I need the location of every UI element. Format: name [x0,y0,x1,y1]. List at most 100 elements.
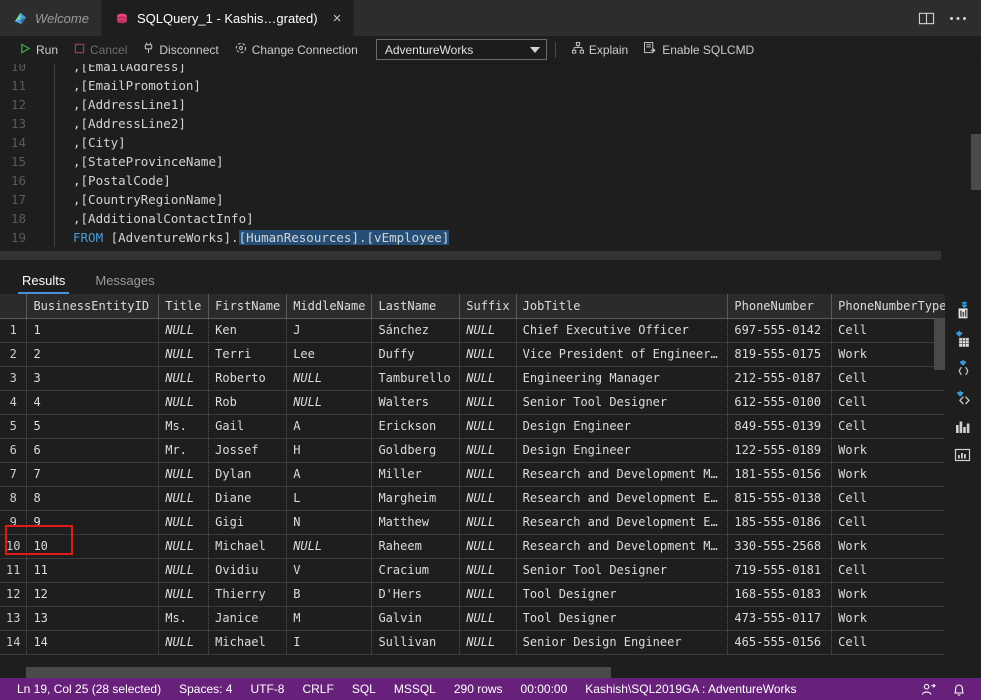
table-cell[interactable]: Ms. [159,414,209,438]
table-cell[interactable]: M [287,606,372,630]
table-cell[interactable]: V [287,558,372,582]
table-cell[interactable]: NULL [159,558,209,582]
status-connection[interactable]: Kashish\SQL2019GA : AdventureWorks [576,678,805,700]
chart-icon[interactable] [953,416,973,436]
bell-icon[interactable] [945,678,973,700]
table-cell[interactable]: NULL [159,390,209,414]
visualizer-icon[interactable] [953,445,973,465]
row-number-cell[interactable]: 7 [0,462,27,486]
table-cell[interactable]: Mr. [159,438,209,462]
table-cell[interactable]: Engineering Manager [516,366,728,390]
table-cell[interactable]: Michael [209,630,287,654]
table-cell[interactable]: Thierry [209,582,287,606]
table-cell[interactable]: I [287,630,372,654]
table-cell[interactable]: Tamburello [372,366,460,390]
table-cell[interactable]: Matthew [372,510,460,534]
table-cell[interactable]: 697-555-0142 [728,318,832,342]
tab-results[interactable]: Results [8,266,79,294]
table-cell[interactable]: NULL [460,366,516,390]
table-cell[interactable]: 5 [27,414,159,438]
table-cell[interactable]: N [287,510,372,534]
table-cell[interactable]: Ovidiu [209,558,287,582]
table-cell[interactable]: A [287,414,372,438]
table-cell[interactable]: Research and Development M… [516,534,728,558]
table-cell[interactable]: 819-555-0175 [728,342,832,366]
table-cell[interactable]: Ken [209,318,287,342]
table-cell[interactable]: NULL [287,390,372,414]
table-cell[interactable]: NULL [159,318,209,342]
table-cell[interactable]: Raheem [372,534,460,558]
table-cell[interactable]: Design Engineer [516,438,728,462]
status-cursor-position[interactable]: Ln 19, Col 25 (28 selected) [8,678,170,700]
table-cell[interactable]: Senior Design Engineer [516,630,728,654]
table-cell[interactable]: Cracium [372,558,460,582]
table-cell[interactable]: 8 [27,486,159,510]
table-cell[interactable]: 473-555-0117 [728,606,832,630]
table-cell[interactable]: NULL [159,534,209,558]
table-cell[interactable]: J [287,318,372,342]
table-cell[interactable]: Cell [832,390,953,414]
results-hscroll-thumb[interactable] [26,667,611,678]
table-cell[interactable]: 612-555-0100 [728,390,832,414]
table-cell[interactable]: Michael [209,534,287,558]
status-execution-time[interactable]: 00:00:00 [512,678,577,700]
results-horizontal-scrollbar[interactable] [26,667,941,678]
results-vertical-scrollbar[interactable] [934,318,945,370]
column-header[interactable]: BusinessEntityID [27,294,159,318]
table-cell[interactable]: NULL [460,486,516,510]
table-cell[interactable]: H [287,438,372,462]
tab-welcome[interactable]: Welcome [0,0,102,36]
row-number-cell[interactable]: 9 [0,510,27,534]
table-cell[interactable]: NULL [460,510,516,534]
row-number-cell[interactable]: 8 [0,486,27,510]
table-cell[interactable]: Work [832,462,953,486]
table-cell[interactable]: Ms. [159,606,209,630]
more-actions-icon[interactable] [949,9,967,27]
table-cell[interactable]: Vice President of Engineer… [516,342,728,366]
table-cell[interactable]: Margheim [372,486,460,510]
table-cell[interactable]: NULL [159,582,209,606]
row-number-cell[interactable]: 5 [0,414,27,438]
table-row[interactable]: 1414NULLMichaelISullivanNULLSenior Desig… [0,630,981,654]
table-cell[interactable]: D'Hers [372,582,460,606]
table-cell[interactable]: Senior Tool Designer [516,390,728,414]
row-number-cell[interactable]: 10 [0,534,27,558]
table-cell[interactable]: Work [832,582,953,606]
row-number-cell[interactable]: 4 [0,390,27,414]
table-cell[interactable]: Galvin [372,606,460,630]
column-header[interactable]: PhoneNumberType [832,294,953,318]
row-number-cell[interactable]: 13 [0,606,27,630]
table-cell[interactable]: Cell [832,558,953,582]
table-cell[interactable]: B [287,582,372,606]
table-cell[interactable]: A [287,462,372,486]
table-cell[interactable]: 719-555-0181 [728,558,832,582]
status-eol[interactable]: CRLF [293,678,342,700]
column-header[interactable]: Title [159,294,209,318]
split-editor-icon[interactable] [917,9,935,27]
table-row[interactable]: 66Mr.JossefHGoldbergNULLDesign Engineer1… [0,438,981,462]
table-cell[interactable]: Goldberg [372,438,460,462]
table-cell[interactable]: NULL [460,534,516,558]
table-cell[interactable]: 7 [27,462,159,486]
editor-scroll-thumb[interactable] [971,134,981,190]
close-icon[interactable]: × [333,11,342,26]
table-cell[interactable]: 6 [27,438,159,462]
table-cell[interactable]: NULL [460,342,516,366]
table-cell[interactable]: NULL [460,606,516,630]
status-indentation[interactable]: Spaces: 4 [170,678,241,700]
table-cell[interactable]: Cell [832,414,953,438]
save-as-json-icon[interactable] [953,358,973,378]
table-row[interactable]: 88NULLDianeLMargheimNULLResearch and Dev… [0,486,981,510]
table-cell[interactable]: 10 [27,534,159,558]
table-cell[interactable]: Cell [832,630,953,654]
table-cell[interactable]: Rob [209,390,287,414]
table-cell[interactable]: NULL [159,486,209,510]
sql-editor[interactable]: 10 ,[EmailAddress] 11 ,[EmailPromotion] … [0,64,981,260]
table-row[interactable]: 44NULLRobNULLWaltersNULLSenior Tool Desi… [0,390,981,414]
table-cell[interactable]: 4 [27,390,159,414]
table-cell[interactable]: Diane [209,486,287,510]
table-cell[interactable]: NULL [460,582,516,606]
row-number-cell[interactable]: 2 [0,342,27,366]
table-row[interactable]: 1111NULLOvidiuVCraciumNULLSenior Tool De… [0,558,981,582]
table-cell[interactable]: Research and Development E… [516,486,728,510]
